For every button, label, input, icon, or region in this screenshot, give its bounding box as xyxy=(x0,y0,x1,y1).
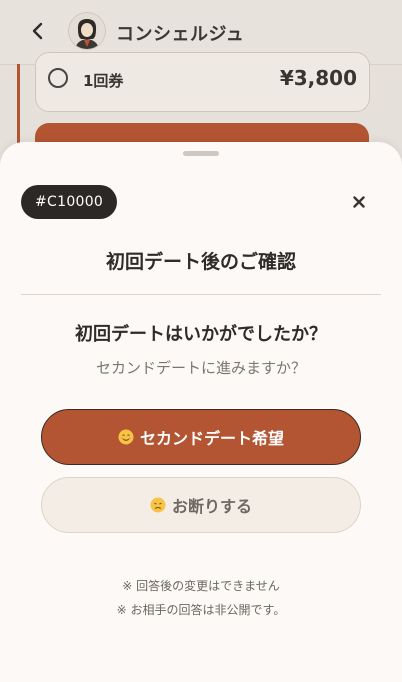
avatar[interactable] xyxy=(69,13,105,49)
member-code-badge: #C10000 xyxy=(21,185,118,219)
close-icon xyxy=(353,196,365,208)
back-button[interactable] xyxy=(26,19,50,43)
smile-emoji-icon xyxy=(118,429,134,445)
plan-option[interactable]: 1回券 ¥3,800 xyxy=(35,52,370,112)
second-date-button[interactable]: セカンドデート希望 xyxy=(41,409,361,465)
disappointed-emoji-icon xyxy=(150,497,166,513)
plan-name: 1回券 xyxy=(83,72,124,90)
avatar-image xyxy=(69,13,105,49)
note-no-change: ※ 回答後の変更はできません xyxy=(122,579,280,593)
subquestion-text: セカンドデートに進みますか？ xyxy=(95,359,306,377)
close-button[interactable] xyxy=(346,192,372,212)
divider xyxy=(21,294,381,295)
note-private: ※ お相手の回答は非公開です。 xyxy=(116,603,286,617)
question-text: 初回デートはいかがでしたか？ xyxy=(75,324,327,345)
plan-price: ¥3,800 xyxy=(279,66,357,90)
chevron-left-icon xyxy=(32,22,43,40)
page-title: コンシェルジュ xyxy=(116,24,245,45)
sheet-title: 初回デート後のご確認 xyxy=(105,251,296,273)
bottom-sheet: #C10000 初回デート後のご確認 初回デートはいかがでしたか？ セカンドデー… xyxy=(0,142,402,682)
radio-button[interactable] xyxy=(48,68,68,88)
second-date-label: セカンドデート希望 xyxy=(139,429,284,448)
decline-label: お断りする xyxy=(171,497,252,516)
drag-handle[interactable] xyxy=(183,151,219,156)
decline-button[interactable]: お断りする xyxy=(41,477,361,533)
